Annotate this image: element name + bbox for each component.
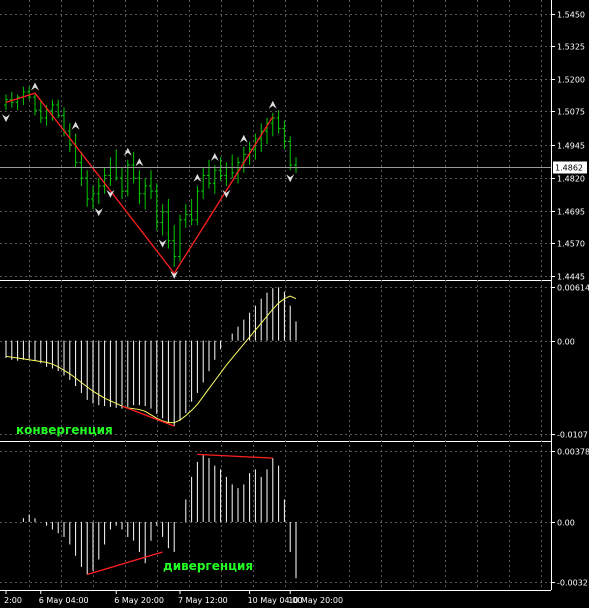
y-tick-label: 1.4570 — [557, 240, 585, 249]
y-tick-label: 0.00378 — [557, 448, 589, 457]
fractal-up-icon — [239, 134, 248, 143]
y-tick-label: 0.00 — [557, 338, 575, 347]
fractal-down-icon — [94, 208, 103, 217]
fractal-down-icon — [286, 174, 295, 183]
divergence-line — [197, 453, 273, 459]
x-tick-label: 7 May 12:00 — [178, 596, 228, 605]
x-tick-label: 6 May 04:00 — [39, 596, 89, 605]
fractal-up-icon — [31, 82, 39, 91]
y-tick-label: 1.5075 — [557, 108, 585, 117]
x-tick-label: 10 May 20:00 — [288, 596, 343, 605]
x-tick-label: 2:00 — [4, 596, 22, 605]
fractal-up-icon — [210, 153, 219, 162]
y-tick-label: 1.5200 — [557, 76, 585, 85]
chart-canvas: 1.5450 1.5325 1.5200 1.5075 1.4945 1.4820 1.46… — [0, 0, 589, 605]
x-tick-label: 6 May 20:00 — [114, 596, 164, 605]
y-tick-label: 1.4820 — [557, 175, 585, 184]
y-tick-label: 0.00 — [557, 519, 575, 528]
fractal-down-icon — [2, 114, 10, 123]
y-tick-label: 1.5325 — [557, 43, 585, 52]
y-tick-label: -0.0107 — [557, 431, 588, 440]
fractal-up-icon — [135, 158, 144, 167]
fractal-up-icon — [193, 173, 202, 182]
divergence-annotation: дивергенция — [163, 559, 253, 573]
y-tick-label: 0.00614 — [557, 284, 589, 293]
fractal-up-icon — [268, 100, 277, 109]
y-tick-label: 1.4945 — [557, 142, 585, 151]
current-price-label: 1.4862 — [555, 164, 583, 173]
fractal-up-icon — [71, 121, 80, 130]
fractal-down-icon — [170, 270, 179, 279]
convergence-line — [121, 405, 175, 427]
y-tick-label: 1.4695 — [557, 208, 585, 217]
y-tick-label: 1.4445 — [557, 273, 585, 282]
convergence-annotation: конвергенция — [16, 423, 113, 437]
y-tick-label: 1.5450 — [557, 11, 585, 20]
y-tick-label: -0.0032 — [557, 579, 588, 588]
